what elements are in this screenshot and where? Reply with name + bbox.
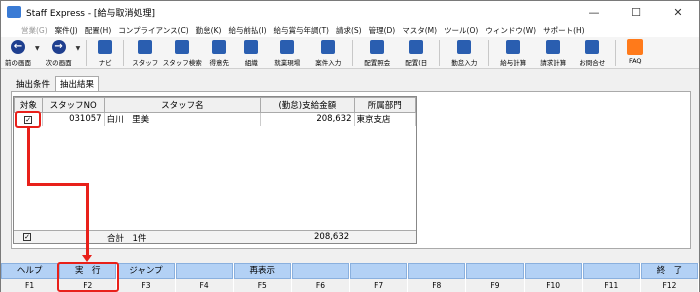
fkey-f5[interactable]: 再表示 F5: [233, 263, 292, 292]
title-bar: Staff Express - [給与取消処理] — ☐ ✕: [1, 1, 699, 23]
grid-header: 対象 スタッフNO スタッフ名 (勤怠)支給金額 所属部門: [14, 97, 416, 113]
annotation-line-vertical: [27, 128, 30, 184]
fkey-f4[interactable]: F4: [175, 263, 234, 292]
annotation-line-horizontal: [27, 183, 88, 186]
faq-button[interactable]: FAQ: [620, 37, 650, 69]
contact-button[interactable]: お問合せ: [573, 37, 611, 69]
prev-screen-button[interactable]: ← 前の画面: [1, 37, 35, 69]
fkey-f11[interactable]: F11: [582, 263, 641, 292]
fkey-f12[interactable]: 終 了 F12: [640, 263, 700, 292]
fkey-f9[interactable]: F9: [466, 263, 525, 292]
col-staff-name[interactable]: スタッフ名: [103, 97, 262, 113]
site-icon: [280, 40, 295, 54]
attendance-button[interactable]: 勤怠入力: [444, 37, 484, 69]
menu-window[interactable]: ウィンドウ(W): [485, 25, 536, 36]
billing-button[interactable]: 請求計算: [533, 37, 573, 69]
fkey-f10[interactable]: F10: [524, 263, 583, 292]
annotation-checkbox-highlight: [15, 111, 41, 128]
app-window: Staff Express - [給与取消処理] — ☐ ✕ 営業(G) 案件(…: [0, 0, 700, 292]
org-button[interactable]: 組織: [236, 37, 266, 69]
staff-icon: [138, 40, 153, 54]
contact-icon: [585, 40, 600, 54]
toolbar: ← 前の画面 ▼ → 次の画面 ▼ ナビ スタッフ スタッフ検索 得意先 組織: [1, 37, 699, 69]
next-dropdown-icon[interactable]: ▼: [76, 45, 81, 52]
tab-bar: 抽出条件 抽出結果: [11, 76, 100, 91]
assign-inquiry-button[interactable]: 配置照会: [357, 37, 397, 69]
attendance-icon: [457, 40, 472, 54]
tab-criteria[interactable]: 抽出条件: [11, 76, 55, 91]
tab-result[interactable]: 抽出結果: [55, 76, 100, 91]
cell-staff-no: 031057: [42, 112, 105, 126]
menu-advance[interactable]: 給与前払(I): [228, 25, 266, 36]
annotation-line-down: [86, 183, 89, 256]
menu-support[interactable]: サポート(H): [543, 25, 585, 36]
menu-master[interactable]: マスタ(M): [402, 25, 437, 36]
menu-sales[interactable]: 営業(G): [21, 25, 48, 36]
fkey-f1[interactable]: ヘルプ F1: [1, 263, 60, 292]
col-staff-no[interactable]: スタッフNO: [41, 97, 105, 113]
assign-inquiry-icon: [370, 40, 385, 54]
staff-search-icon: [175, 40, 190, 54]
org-icon: [244, 40, 259, 54]
result-grid: 対象 スタッフNO スタッフ名 (勤怠)支給金額 所属部門 ✓ 031057 白…: [13, 96, 417, 244]
next-screen-button[interactable]: → 次の画面: [42, 37, 76, 69]
col-amount[interactable]: (勤怠)支給金額: [260, 97, 355, 113]
faq-icon: [627, 39, 644, 55]
navi-button[interactable]: ナビ: [91, 37, 119, 69]
menu-bar: 営業(G) 案件(J) 配置(H) コンプライアンス(C) 勤怠(K) 給与前払…: [1, 23, 699, 37]
app-icon: [7, 6, 21, 18]
menu-tools[interactable]: ツール(O): [444, 25, 478, 36]
fkey-f3[interactable]: ジャンプ F3: [117, 263, 176, 292]
payroll-button[interactable]: 給与計算: [493, 37, 533, 69]
case-input-icon: [321, 40, 336, 54]
back-arrow-icon: ←: [11, 40, 25, 54]
payroll-icon: [506, 40, 521, 54]
maximize-button[interactable]: ☐: [615, 1, 657, 23]
menu-attendance[interactable]: 勤怠(K): [196, 25, 222, 36]
menu-billing[interactable]: 請求(S): [336, 25, 362, 36]
summary-checkbox[interactable]: ✓: [23, 233, 31, 241]
menu-case[interactable]: 案件(J): [55, 25, 78, 36]
close-button[interactable]: ✕: [657, 1, 699, 23]
summary-amount: 208,632: [314, 232, 350, 242]
window-title: Staff Express - [給与取消処理]: [26, 8, 155, 19]
cell-staff-name: 白川 里美: [104, 112, 262, 126]
summary-row: ✓ 合計 1件 208,632: [14, 230, 416, 244]
forward-arrow-icon: →: [51, 40, 66, 54]
menu-payroll[interactable]: 給与賞与年調(T): [274, 25, 329, 36]
prev-dropdown-icon[interactable]: ▼: [35, 45, 40, 52]
fkey-f8[interactable]: F8: [408, 263, 467, 292]
staff-search-button[interactable]: スタッフ検索: [162, 37, 202, 69]
menu-assign[interactable]: 配置(H): [85, 25, 112, 36]
client-icon: [212, 40, 227, 54]
client-button[interactable]: 得意先: [202, 37, 236, 69]
col-dept[interactable]: 所属部門: [353, 97, 416, 113]
cell-dept: 東京支店: [354, 112, 416, 126]
case-input-button[interactable]: 案件入力: [308, 37, 348, 69]
annotation-arrow-icon: [82, 255, 92, 262]
cell-amount: 208,632: [260, 112, 355, 126]
menu-admin[interactable]: 管理(D): [369, 25, 396, 36]
menu-compliance[interactable]: コンプライアンス(C): [118, 25, 188, 36]
minimize-button[interactable]: —: [573, 1, 615, 23]
summary-label: 合計 1件: [107, 234, 147, 244]
table-row[interactable]: ✓ 031057 白川 里美 208,632 東京支店: [14, 112, 416, 126]
fkey-f6[interactable]: F6: [291, 263, 351, 292]
billing-icon: [546, 40, 561, 54]
assign-day-icon: [409, 40, 424, 54]
fkey-f7[interactable]: F7: [350, 263, 409, 292]
annotation-execute-highlight: [57, 262, 119, 292]
assign-day-button[interactable]: 配置(日: [397, 37, 435, 69]
site-button[interactable]: 就業現場: [266, 37, 308, 69]
navi-icon: [98, 40, 113, 54]
staff-button[interactable]: スタッフ: [128, 37, 162, 69]
